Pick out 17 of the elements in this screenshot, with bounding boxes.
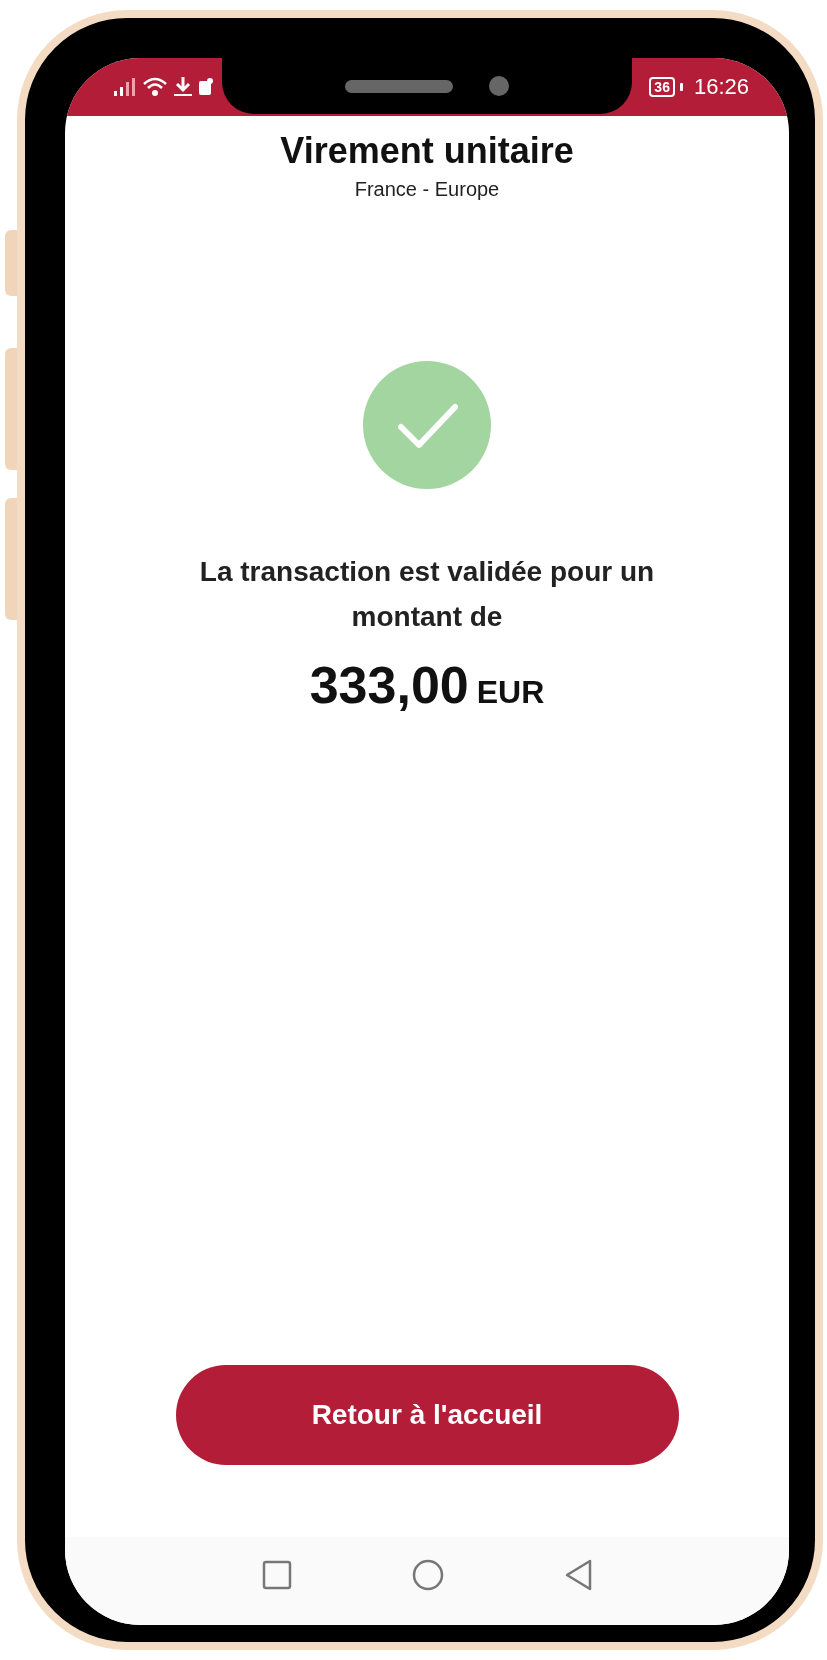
battery-level: 36 <box>649 77 675 97</box>
front-camera <box>489 76 509 96</box>
home-icon[interactable] <box>412 1559 444 1591</box>
signal-icon <box>113 77 137 97</box>
page-subtitle: France - Europe <box>354 178 500 201</box>
confirmation-message: La transaction est validée pour un montant de <box>198 555 656 634</box>
clock-time: 16:26 <box>693 74 749 100</box>
page-title: Virement unitaire <box>280 130 574 172</box>
amount-value: 333,00 <box>309 655 469 715</box>
recents-icon[interactable] <box>262 1560 292 1590</box>
wifi-icon <box>142 76 168 98</box>
home-button[interactable]: Retour à l'accueil <box>175 1365 679 1465</box>
success-check-icon <box>363 361 491 489</box>
back-icon[interactable] <box>564 1559 592 1591</box>
amount-currency: EUR <box>476 674 545 711</box>
app-icon <box>198 77 214 97</box>
download-icon <box>173 76 193 98</box>
